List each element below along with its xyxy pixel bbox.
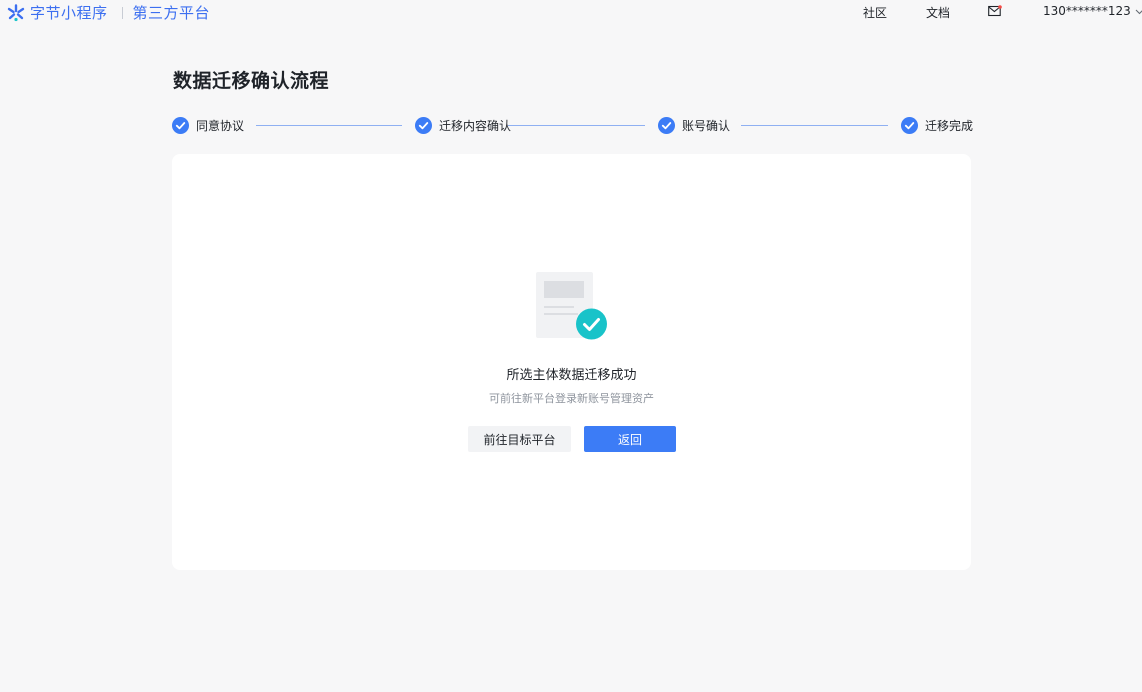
document-success-icon bbox=[536, 272, 607, 340]
step-label: 迁移内容确认 bbox=[439, 119, 512, 133]
account-name: 130*******123 bbox=[1043, 4, 1131, 18]
go-to-target-platform-button[interactable]: 前往目标平台 bbox=[468, 426, 571, 452]
check-circle-icon bbox=[415, 117, 432, 134]
bytedance-star-icon bbox=[7, 3, 25, 21]
brand-subtitle: 第三方平台 bbox=[132, 4, 211, 22]
result-title: 所选主体数据迁移成功 bbox=[506, 368, 637, 383]
step-label: 同意协议 bbox=[196, 119, 245, 133]
brand[interactable]: 字节小程序 第三方平台 bbox=[6, 2, 210, 23]
step-migration-complete: 迁移完成 bbox=[901, 117, 973, 134]
account-menu[interactable]: 130*******123 bbox=[1043, 4, 1142, 18]
chevron-down-icon bbox=[1135, 9, 1142, 15]
check-circle-icon bbox=[172, 117, 189, 134]
step-label: 账号确认 bbox=[682, 119, 731, 133]
check-circle-icon bbox=[901, 117, 918, 134]
page-title: 数据迁移确认流程 bbox=[173, 70, 330, 92]
result-description: 可前往新平台登录新账号管理资产 bbox=[489, 392, 654, 405]
nav-community-link[interactable]: 社区 bbox=[863, 4, 887, 21]
progress-steps: 同意协议 迁移内容确认 账号确认 迁移完成 bbox=[172, 117, 973, 135]
brand-divider bbox=[121, 6, 123, 19]
step-agree-terms: 同意协议 bbox=[172, 117, 244, 134]
result-card: 所选主体数据迁移成功 可前往新平台登录新账号管理资产 前往目标平台 返回 bbox=[172, 154, 971, 570]
step-connector bbox=[741, 125, 888, 126]
step-label: 迁移完成 bbox=[925, 119, 974, 133]
mail-icon[interactable] bbox=[988, 5, 1002, 17]
check-circle-icon bbox=[658, 117, 675, 134]
nav-docs-link[interactable]: 文档 bbox=[926, 4, 950, 21]
step-confirm-content: 迁移内容确认 bbox=[415, 117, 511, 134]
brand-name: 字节小程序 bbox=[30, 4, 108, 22]
step-connector bbox=[256, 125, 402, 126]
step-confirm-account: 账号确认 bbox=[658, 117, 730, 134]
step-connector bbox=[508, 125, 645, 126]
top-bar: 字节小程序 第三方平台 社区 文档 130*******123 bbox=[0, 0, 1142, 26]
back-button[interactable]: 返回 bbox=[584, 426, 676, 452]
